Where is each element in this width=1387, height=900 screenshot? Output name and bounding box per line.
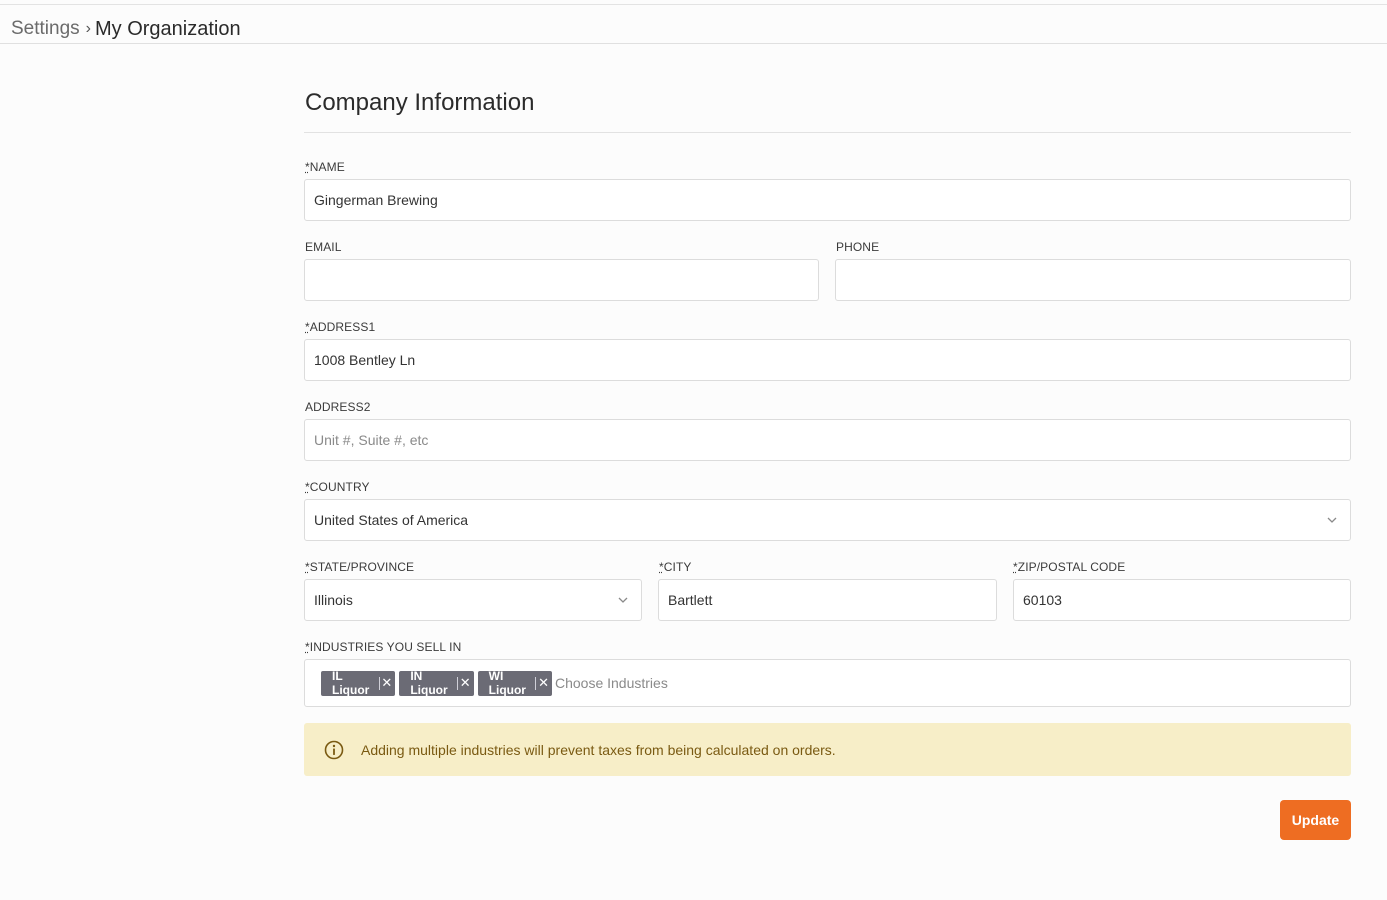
state-label-text: STATE/PROVINCE bbox=[309, 560, 415, 574]
industry-tag: IN Liquor ✕ bbox=[399, 669, 474, 697]
city-label-text: CITY bbox=[663, 560, 692, 574]
zip-label: *ZIP/POSTAL CODE bbox=[1013, 560, 1125, 574]
industries-label: *INDUSTRIES YOU SELL IN bbox=[305, 640, 461, 654]
breadcrumb-settings-link[interactable]: Settings bbox=[11, 18, 80, 40]
email-label: EMAIL bbox=[305, 240, 342, 254]
address1-input[interactable] bbox=[314, 352, 1341, 368]
industry-tag-label: WI Liquor bbox=[488, 669, 526, 697]
country-label: *COUNTRY bbox=[305, 480, 370, 494]
tag-divider bbox=[535, 676, 537, 690]
alert-message: Adding multiple industries will prevent … bbox=[361, 741, 836, 758]
industries-label-text: INDUSTRIES YOU SELL IN bbox=[309, 640, 462, 654]
industries-multiselect[interactable]: IL Liquor ✕ IN Liquor ✕ WI Liquor ✕ bbox=[304, 659, 1351, 707]
industry-tag-label: IN Liquor bbox=[410, 669, 448, 697]
email-field bbox=[304, 259, 819, 301]
industry-tag: WI Liquor ✕ bbox=[477, 669, 552, 697]
phone-field bbox=[835, 259, 1351, 301]
name-input[interactable] bbox=[314, 192, 1341, 208]
name-field bbox=[304, 179, 1351, 221]
chevron-down-icon bbox=[618, 597, 628, 603]
city-input[interactable] bbox=[668, 592, 987, 608]
industry-tag: IL Liquor ✕ bbox=[321, 669, 396, 697]
country-select[interactable]: United States of America bbox=[304, 499, 1351, 541]
address1-label-text: ADDRESS1 bbox=[309, 320, 376, 334]
top-divider bbox=[0, 4, 1387, 5]
address1-label: *ADDRESS1 bbox=[305, 320, 375, 334]
header-divider bbox=[0, 43, 1387, 44]
industries-search-input[interactable] bbox=[554, 675, 1334, 691]
info-icon bbox=[324, 740, 344, 759]
phone-label: PHONE bbox=[836, 240, 880, 254]
tag-divider bbox=[378, 676, 380, 690]
breadcrumb: Settings › My Organization bbox=[11, 17, 241, 41]
city-field bbox=[658, 579, 997, 621]
country-selected-value: United States of America bbox=[314, 512, 469, 528]
address2-label: ADDRESS2 bbox=[305, 400, 371, 414]
section-divider bbox=[304, 132, 1351, 133]
chevron-down-icon bbox=[1327, 517, 1337, 523]
close-icon[interactable]: ✕ bbox=[460, 675, 474, 691]
country-label-text: COUNTRY bbox=[309, 480, 370, 494]
address2-input[interactable] bbox=[314, 432, 1341, 448]
breadcrumb-current: My Organization bbox=[94, 17, 241, 40]
address2-field bbox=[304, 419, 1351, 461]
state-select[interactable]: Illinois bbox=[304, 579, 642, 621]
address1-field bbox=[304, 339, 1351, 381]
zip-field bbox=[1013, 579, 1351, 621]
update-button[interactable]: Update bbox=[1280, 800, 1351, 840]
breadcrumb-separator-icon: › bbox=[85, 20, 91, 37]
phone-input[interactable] bbox=[845, 272, 1341, 288]
tag-divider bbox=[457, 676, 458, 690]
close-icon[interactable]: ✕ bbox=[538, 675, 552, 691]
name-label-text: NAME bbox=[309, 160, 345, 174]
city-label: *CITY bbox=[659, 560, 692, 574]
zip-input[interactable] bbox=[1023, 592, 1341, 608]
state-label: *STATE/PROVINCE bbox=[305, 560, 414, 574]
zip-label-text: ZIP/POSTAL CODE bbox=[1017, 560, 1126, 574]
close-icon[interactable]: ✕ bbox=[381, 675, 395, 691]
email-input[interactable] bbox=[314, 272, 809, 288]
name-label: *NAME bbox=[305, 160, 345, 174]
section-title: Company Information bbox=[305, 89, 535, 116]
state-selected-value: Illinois bbox=[314, 592, 353, 608]
info-alert: Adding multiple industries will prevent … bbox=[304, 723, 1351, 776]
industry-tag-label: IL Liquor bbox=[332, 669, 370, 697]
